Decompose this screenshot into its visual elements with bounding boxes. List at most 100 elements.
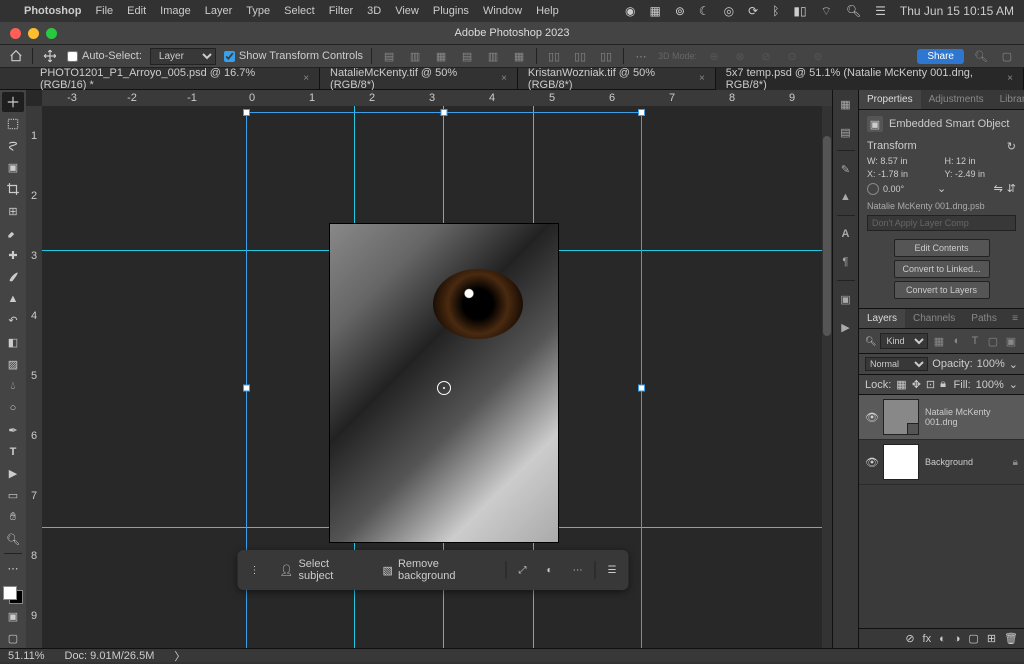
align-center-icon[interactable]: ▥	[406, 47, 424, 65]
wifi-icon[interactable]: ⌔	[821, 4, 832, 19]
pen-tool[interactable]: ✒︎	[2, 420, 24, 440]
control-center-icon[interactable]: ☰	[875, 4, 886, 18]
visibility-toggle[interactable]: 👁︎	[865, 456, 877, 468]
transform-button[interactable]: ⤢	[511, 561, 535, 580]
filter-shape-icon[interactable]: ▢	[986, 335, 1000, 347]
path-select-tool[interactable]: ▶	[2, 464, 24, 484]
transform-handle[interactable]	[638, 109, 645, 116]
share-button[interactable]: Share	[917, 49, 964, 64]
gradient-tool[interactable]: ▨	[2, 355, 24, 375]
width-field[interactable]	[880, 156, 920, 166]
moon-icon[interactable]: ☾	[699, 4, 710, 18]
layer-name[interactable]: Natalie McKenty 001.dng	[925, 407, 1018, 427]
color-swatches[interactable]	[3, 586, 23, 604]
remove-background-button[interactable]: ▧Remove background	[375, 554, 502, 586]
flip-h-icon[interactable]: ⇋	[994, 182, 1003, 195]
layer-name[interactable]: Background	[925, 457, 1007, 467]
transform-handle[interactable]	[441, 109, 448, 116]
adjustment-button[interactable]: ◐	[539, 561, 561, 580]
airdrop-icon[interactable]: ◎	[724, 4, 734, 18]
marquee-tool[interactable]	[2, 114, 24, 134]
distribute-h-icon[interactable]: ▯▯	[545, 47, 563, 65]
canvas[interactable]: ⋮ 👤︎Select subject ▧Remove background ⤢ …	[42, 106, 824, 648]
menu-view[interactable]: View	[395, 5, 419, 17]
zoom-level[interactable]: 51.11%	[8, 650, 45, 662]
healing-tool[interactable]: ✚	[2, 245, 24, 265]
auto-select-checkbox[interactable]: Auto-Select:	[67, 50, 142, 62]
menu-filter[interactable]: Filter	[329, 5, 353, 17]
actions-panel-icon[interactable]: ▶	[836, 317, 856, 337]
y-field[interactable]	[955, 169, 995, 179]
crop-tool[interactable]	[2, 180, 24, 200]
layer-mask-icon[interactable]: ◐	[939, 633, 946, 645]
ruler-vertical[interactable]: 123456789	[26, 106, 42, 648]
x-field[interactable]	[878, 169, 918, 179]
tab-adjustments[interactable]: Adjustments	[921, 90, 992, 109]
menu-plugins[interactable]: Plugins	[433, 5, 469, 17]
type-tool[interactable]: T	[2, 442, 24, 462]
delete-layer-icon[interactable]: 🗑︎	[1004, 632, 1018, 645]
tab-channels[interactable]: Channels	[905, 309, 963, 328]
scrollbar-thumb[interactable]	[823, 136, 831, 336]
layer-row[interactable]: 👁︎ Background 🔒︎	[859, 440, 1024, 485]
edit-contents-button[interactable]: Edit Contents	[894, 239, 990, 257]
search-icon[interactable]: 🔍︎	[972, 47, 990, 65]
document-tab-active[interactable]: 5x7 temp.psd @ 51.1% (Natalie McKenty 00…	[716, 68, 1024, 90]
reset-icon[interactable]: ↻	[1007, 140, 1016, 153]
clock[interactable]: Thu Jun 15 10:15 AM	[900, 4, 1014, 18]
bluetooth-icon[interactable]: ᛒ	[772, 4, 779, 18]
close-tab-icon[interactable]: ×	[1007, 73, 1013, 84]
angle-field[interactable]	[883, 184, 933, 194]
object-select-tool[interactable]: ▣	[2, 158, 24, 178]
menu-help[interactable]: Help	[536, 5, 559, 17]
hand-tool[interactable]: ✋︎	[2, 508, 24, 528]
layer-comp-dropdown[interactable]: Don't Apply Layer Comp	[867, 215, 1016, 231]
chevron-down-icon[interactable]: ⌄	[937, 182, 946, 195]
status-icon[interactable]: ⊚	[675, 4, 685, 18]
tab-layers[interactable]: Layers	[859, 309, 905, 328]
color-panel-icon[interactable]: ▦	[836, 94, 856, 114]
edit-toolbar[interactable]: ⋯	[2, 558, 24, 578]
blur-tool[interactable]: 💧︎	[2, 376, 24, 396]
history-brush-tool[interactable]: ↶	[2, 311, 24, 331]
lock-pixels-icon[interactable]: ▦	[896, 378, 906, 391]
blend-mode-dropdown[interactable]: Normal	[865, 357, 928, 371]
home-button[interactable]	[8, 48, 24, 64]
align-top-icon[interactable]: ▤	[458, 47, 476, 65]
history-panel-icon[interactable]: ▣	[836, 289, 856, 309]
convert-layers-button[interactable]: Convert to Layers	[894, 281, 990, 299]
layer-filter-dropdown[interactable]: Kind	[880, 333, 928, 349]
lasso-tool[interactable]	[2, 136, 24, 156]
doc-size[interactable]: Doc: 9.01M/26.5M	[65, 650, 155, 662]
eraser-tool[interactable]: ◧	[2, 333, 24, 353]
quickmask-toggle[interactable]: ▣	[2, 606, 24, 626]
select-subject-button[interactable]: 👤︎Select subject	[272, 554, 371, 586]
link-layers-icon[interactable]: ⊘	[905, 632, 914, 645]
menu-type[interactable]: Type	[246, 5, 270, 17]
filter-smart-icon[interactable]: ▣	[1004, 335, 1018, 347]
clone-panel-icon[interactable]: ▲	[836, 187, 856, 207]
layer-fx-icon[interactable]: fx	[923, 633, 932, 645]
tab-libraries[interactable]: Libraries	[992, 90, 1024, 109]
close-tab-icon[interactable]: ×	[501, 73, 507, 84]
new-adjustment-icon[interactable]: ◑	[954, 633, 961, 645]
workspace-icon[interactable]: ▢	[998, 47, 1016, 65]
stamp-tool[interactable]: ▲	[2, 289, 24, 309]
filter-adjust-icon[interactable]: ◐	[950, 335, 964, 347]
close-tab-icon[interactable]: ×	[699, 73, 705, 84]
move-tool[interactable]	[2, 92, 24, 112]
dodge-tool[interactable]: ○	[2, 398, 24, 418]
align-left-icon[interactable]: ▤	[380, 47, 398, 65]
paragraph-panel-icon[interactable]: ¶	[836, 252, 856, 272]
transform-anchor[interactable]	[437, 381, 451, 395]
status-icon[interactable]: ◉	[625, 4, 635, 18]
brushes-panel-icon[interactable]: ✎	[836, 159, 856, 179]
angle-dial[interactable]	[867, 183, 879, 195]
eyedropper-tool[interactable]	[2, 223, 24, 243]
screenmode-toggle[interactable]: ▢	[2, 628, 24, 648]
sync-icon[interactable]: ⟳	[748, 4, 758, 18]
menu-edit[interactable]: Edit	[127, 5, 146, 17]
battery-icon[interactable]: ▮▯	[793, 4, 806, 18]
height-field[interactable]	[956, 156, 996, 166]
status-icon[interactable]: ▦	[650, 4, 661, 18]
